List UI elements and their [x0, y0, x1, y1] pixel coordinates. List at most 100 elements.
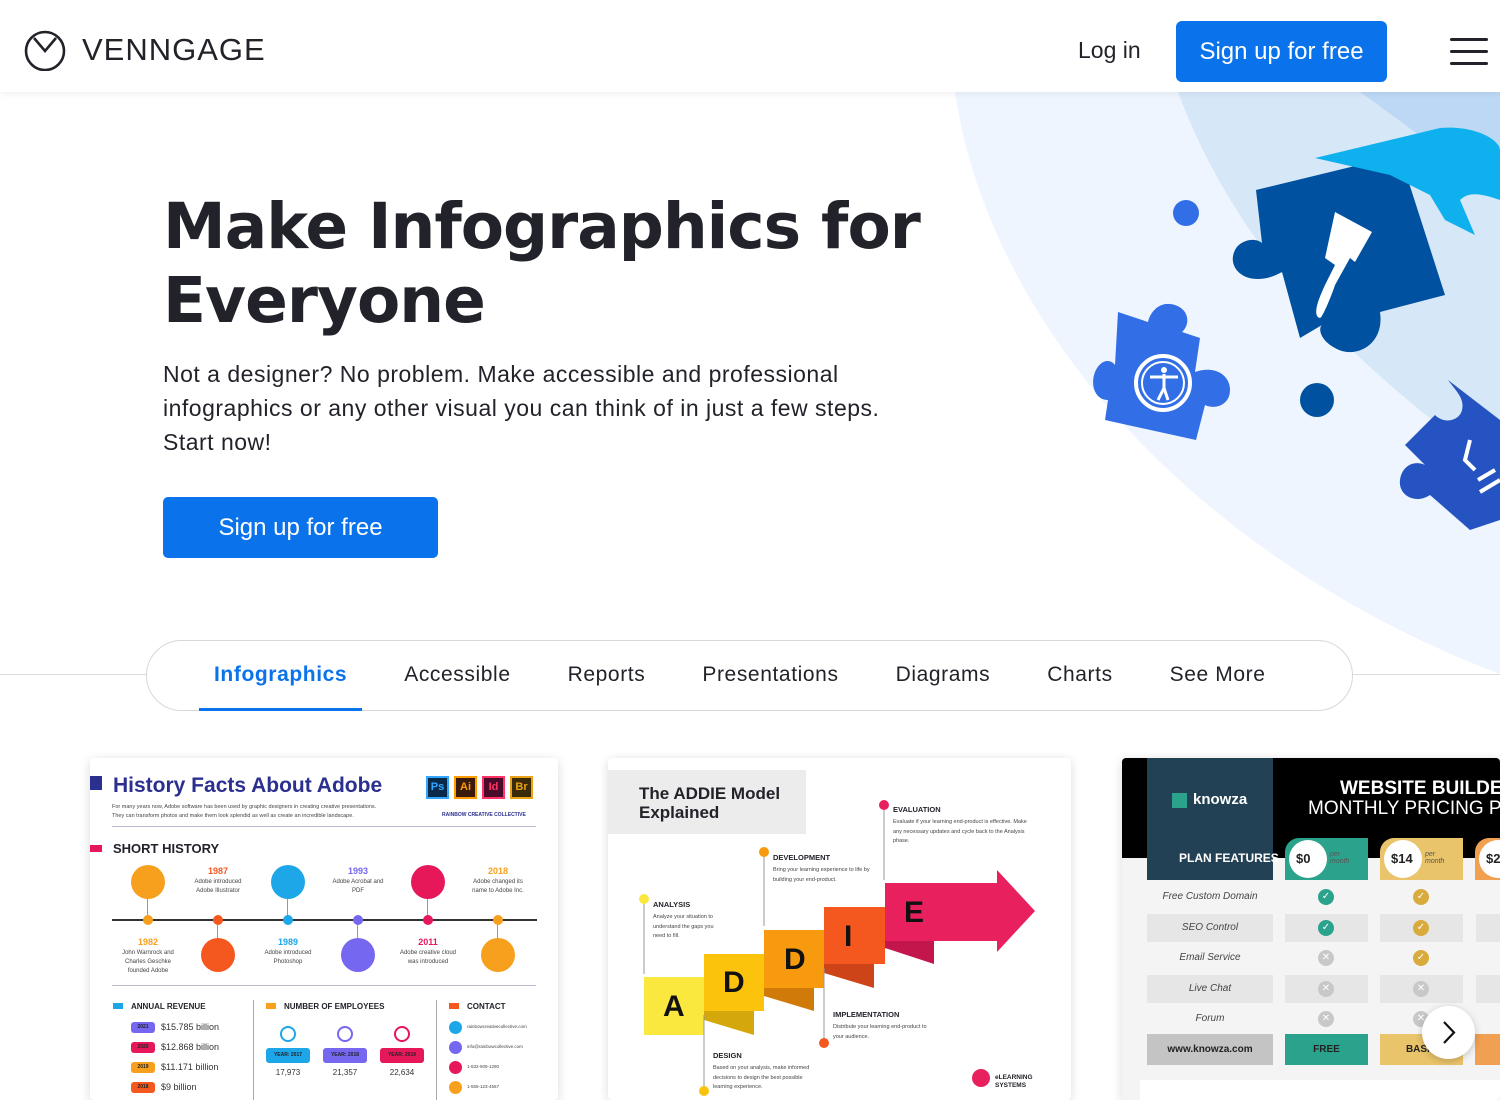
card-desc: They can transform photos and make them …	[112, 813, 354, 819]
x-icon: ✕	[1318, 980, 1334, 997]
feature-name: Free Custom Domain	[1162, 891, 1258, 902]
revenue-year: 2019	[131, 1062, 155, 1073]
tab-diagrams[interactable]: Diagrams	[881, 641, 1006, 711]
timeline-dot	[493, 915, 503, 925]
hero-title: Make Infographics for Everyone	[163, 190, 921, 337]
app-badge: Ai	[454, 776, 477, 799]
template-card-adobe[interactable]: History Facts About Adobe For many years…	[90, 758, 558, 1100]
hero-subtitle: Not a designer? No problem. Make accessi…	[163, 361, 880, 455]
header: VENNGAGE Log in Sign up for free	[0, 0, 1500, 92]
revenue-value: $9 billion	[161, 1082, 197, 1092]
timeline-year: 2011	[418, 937, 438, 947]
check-icon: ✓	[1318, 889, 1334, 905]
arrow-up-icon	[337, 1026, 353, 1042]
revenue-value: $11.171 billion	[161, 1062, 219, 1072]
employee-year: YEAR: 2019	[380, 1048, 424, 1063]
feature-name: Forum	[1195, 1013, 1225, 1024]
app-badge: Br	[510, 776, 533, 799]
features-label: PLAN FEATURES	[1179, 851, 1279, 865]
card-title: WEBSITE BUILDER	[1340, 778, 1500, 799]
feature-name: SEO Control	[1147, 913, 1273, 942]
step-text: Distribute your learning end-product to …	[833, 1024, 927, 1040]
timeline-dot	[213, 915, 223, 925]
step-text: Analyze your situation to understand the…	[653, 914, 714, 939]
login-link[interactable]: Log in	[1078, 37, 1141, 64]
plan-period: per month	[1330, 851, 1350, 865]
elearning-logo-icon	[972, 1069, 990, 1087]
contact-value: 1-532-509-1290	[467, 1064, 500, 1069]
step-text: Bring your learning experience to life b…	[773, 867, 870, 883]
addie-letter: A	[663, 990, 685, 1023]
addie-letter: E	[904, 896, 925, 929]
addie-letter: D	[723, 966, 745, 999]
app-badge: Id	[482, 776, 505, 799]
check-icon: ✓	[1413, 919, 1429, 936]
chevron-right-icon	[1443, 1021, 1456, 1044]
contact-icon	[449, 1081, 462, 1094]
contact-title: CONTACT	[467, 1002, 506, 1011]
template-card-addie[interactable]: The ADDIE Model Explained ADDIE ANALYSIS…	[608, 758, 1071, 1100]
timeline-icon	[411, 865, 445, 899]
employee-year: YEAR: 2017	[266, 1048, 310, 1063]
signup-button-hero[interactable]: Sign up for free	[163, 497, 438, 558]
timeline-icon	[341, 938, 375, 972]
employee-count: 21,357	[332, 1068, 358, 1077]
brand-name[interactable]: VENNGAGE	[82, 32, 266, 68]
revenue-value: $12.868 billion	[161, 1042, 220, 1052]
card-desc: For many years now, Adobe software has b…	[112, 804, 377, 810]
step-name: DEVELOPMENT	[773, 853, 831, 862]
timeline-dot	[143, 915, 153, 925]
employee-year: YEAR: 2018	[323, 1048, 367, 1063]
hamburger-menu-icon[interactable]	[1450, 38, 1488, 74]
dot	[1173, 200, 1199, 226]
tab-charts[interactable]: Charts	[1032, 641, 1127, 711]
contact-icon	[449, 1021, 462, 1034]
website-link[interactable]: www.knowza.com	[1147, 1034, 1273, 1065]
timeline-text: Adobe Acrobat and PDF	[332, 879, 384, 894]
revenue-year: 2018	[131, 1082, 155, 1093]
brand-label: eLEARNING SYSTEMS	[995, 1074, 1033, 1089]
timeline-dot	[283, 915, 293, 925]
tab-accessible[interactable]: Accessible	[389, 641, 525, 711]
feature-name: Live Chat	[1147, 974, 1273, 1003]
brand-label: knowza	[1193, 791, 1248, 808]
timeline-dot	[353, 915, 363, 925]
contact-value: 1-555-123-4567	[467, 1084, 500, 1089]
contact-value: rainbowcreativecollective.com	[467, 1024, 527, 1029]
revenue-year: 2020	[131, 1042, 155, 1053]
plan-period: per month	[1425, 851, 1445, 865]
carousel-next-button[interactable]	[1422, 1006, 1475, 1059]
plan-button[interactable]: U	[1475, 1034, 1500, 1065]
addie-letter: I	[844, 920, 853, 953]
step-name: ANALYSIS	[653, 900, 691, 909]
check-icon: ✓	[1413, 889, 1429, 905]
check-icon: ✓	[1413, 950, 1429, 966]
timeline-icon	[481, 938, 515, 972]
tab-infographics[interactable]: Infographics	[199, 641, 363, 711]
plan-price: $14	[1391, 851, 1413, 866]
contact-value: info@rainbowcollective.com	[467, 1044, 523, 1049]
employee-count: 22,634	[389, 1068, 415, 1077]
venngage-logo-icon[interactable]	[24, 29, 66, 71]
tab-presentations[interactable]: Presentations	[687, 641, 853, 711]
revenue-title: ANNUAL REVENUE	[131, 1002, 206, 1011]
timeline-icon	[201, 938, 235, 972]
x-icon: ✕	[1413, 980, 1429, 997]
plan-button[interactable]: FREE	[1285, 1034, 1368, 1065]
tab-see-more[interactable]: See More	[1155, 641, 1281, 711]
plan-price: $2	[1486, 851, 1500, 866]
revenue-year: 2021	[131, 1022, 155, 1033]
contact-icon	[449, 1041, 462, 1054]
revenue-value: $15.785 billion	[161, 1022, 220, 1032]
step-name: EVALUATION	[893, 805, 941, 814]
timeline-text: Adobe introduced Photoshop	[264, 950, 312, 965]
signup-button-header[interactable]: Sign up for free	[1176, 21, 1387, 82]
timeline-year: 2018	[487, 866, 509, 876]
timeline-dot	[423, 915, 433, 925]
feature-name: Email Service	[1179, 952, 1241, 963]
section-title: SHORT HISTORY	[113, 841, 220, 856]
knowza-logo-icon	[1172, 793, 1187, 808]
plan-price: $0	[1296, 851, 1311, 866]
tab-reports[interactable]: Reports	[553, 641, 661, 711]
arrow-up-icon	[280, 1026, 296, 1042]
